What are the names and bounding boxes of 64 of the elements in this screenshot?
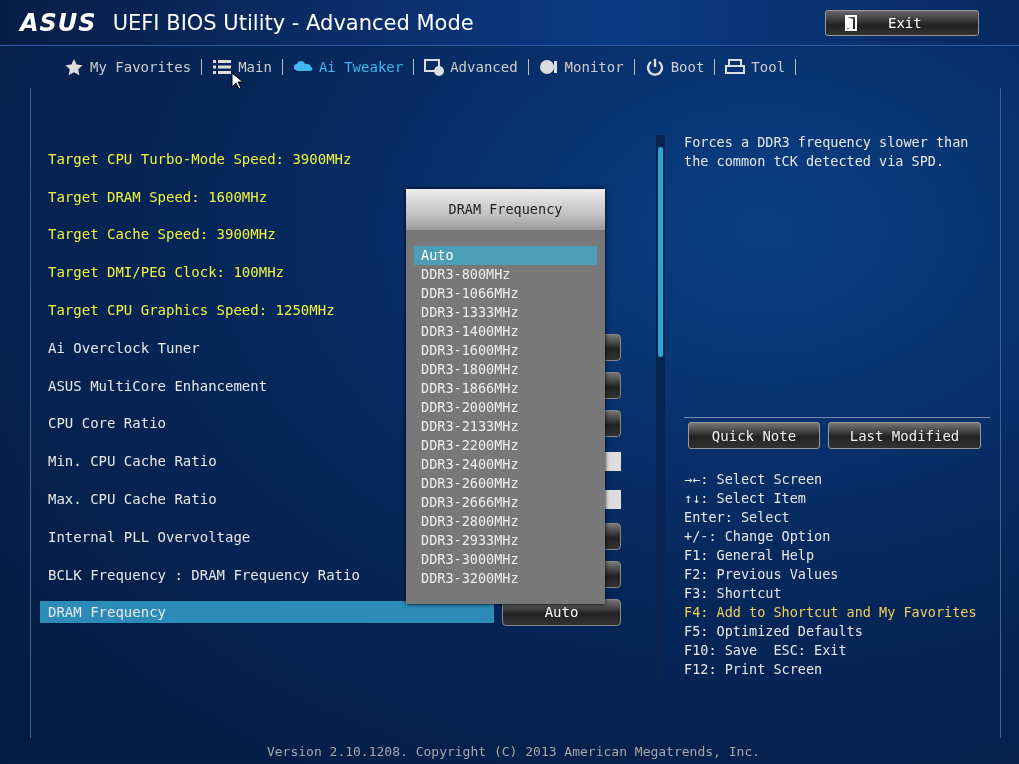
- nav-tab[interactable]: Ai Tweaker: [284, 58, 412, 76]
- key-hint: F2: Previous Values: [684, 565, 840, 584]
- nav-tab[interactable]: My Favorites: [56, 58, 200, 76]
- dropdown-option[interactable]: DDR3-2933MHz: [414, 531, 597, 550]
- mouse-cursor-icon: [231, 72, 243, 90]
- star-icon: [64, 58, 84, 76]
- dropdown-option[interactable]: DDR3-2133MHz: [414, 417, 597, 436]
- dropdown-option[interactable]: DDR3-1066MHz: [414, 284, 597, 303]
- dropdown-option[interactable]: DDR3-2800MHz: [414, 512, 597, 531]
- setting-label[interactable]: ASUS MultiCore Enhancement: [40, 374, 268, 397]
- dropdown-option[interactable]: DDR3-2000MHz: [414, 398, 597, 417]
- dropdown-option[interactable]: DDR3-2400MHz: [414, 455, 597, 474]
- asus-logo: ASUS: [20, 8, 97, 37]
- printer-icon: [725, 58, 746, 76]
- help-description: Forces a DDR3 frequency slower than the common tCK detected via SPD.: [684, 134, 969, 169]
- panel-button[interactable]: Last Modified: [828, 422, 981, 449]
- dropdown-option[interactable]: DDR3-1333MHz: [414, 303, 597, 322]
- dropdown-option[interactable]: DDR3-800MHz: [414, 265, 597, 284]
- key-hint: +/-: Change Option: [684, 527, 832, 546]
- dropdown-option[interactable]: DDR3-3200MHz: [414, 569, 597, 588]
- key-hint: F3: Shortcut: [684, 584, 783, 603]
- setting-label[interactable]: CPU Core Ratio: [40, 412, 166, 435]
- dropdown-option[interactable]: DDR3-2200MHz: [414, 436, 597, 455]
- dropdown-option[interactable]: DDR3-1600MHz: [414, 341, 597, 360]
- dropdown-option[interactable]: DDR3-3000MHz: [414, 550, 597, 569]
- nav-tab[interactable]: Main: [204, 58, 280, 76]
- key-hint: ↑↓: Select Item: [684, 489, 807, 508]
- power-icon: [644, 58, 665, 76]
- setting-label[interactable]: Target Cache Speed: 3900MHz: [40, 223, 276, 246]
- popup-title: DRAM Frequency: [406, 189, 605, 230]
- key-hint: F5: Optimized Defaults: [684, 622, 864, 641]
- panel-button[interactable]: Quick Note: [688, 422, 820, 449]
- nav-tab[interactable]: Boot: [636, 58, 713, 76]
- key-hint: →←: Select Screen: [684, 470, 824, 489]
- setting-label[interactable]: Max. CPU Cache Ratio: [40, 488, 217, 511]
- nav-tab[interactable]: Monitor: [530, 58, 632, 76]
- door-icon: [844, 14, 858, 31]
- key-hint: F12: Print Screen: [684, 660, 824, 679]
- key-hint: Enter: Select: [684, 508, 791, 527]
- scrollbar[interactable]: [656, 135, 665, 680]
- nav-tab[interactable]: Advanced: [416, 58, 526, 76]
- setting-label[interactable]: Target DRAM Speed: 1600MHz: [40, 185, 268, 208]
- list-icon: [212, 58, 233, 76]
- dropdown-option[interactable]: DDR3-1400MHz: [414, 322, 597, 341]
- setting-label[interactable]: Target CPU Turbo-Mode Speed: 3900MHz: [40, 147, 352, 170]
- setting-label[interactable]: BCLK Frequency : DRAM Frequency Ratio: [40, 563, 360, 586]
- setting-label[interactable]: Target DMI/PEG Clock: 100MHz: [40, 261, 284, 284]
- gauge-icon: [538, 58, 559, 76]
- key-hint: F1: General Help: [684, 546, 816, 565]
- key-hint: F4: Add to Shortcut and My Favorites: [684, 603, 978, 622]
- setting-label[interactable]: Min. CPU Cache Ratio: [40, 450, 217, 473]
- setting-label[interactable]: Target CPU Graphics Speed: 1250MHz: [40, 299, 335, 322]
- setting-label[interactable]: Ai Overclock Tuner: [40, 336, 200, 359]
- dropdown-option[interactable]: DDR3-2666MHz: [414, 493, 597, 512]
- version-text: Version 2.10.1208. Copyright (C) 2013 American Megatrends, Inc.: [266, 743, 761, 759]
- window-title: UEFI BIOS Utility - Advanced Mode: [112, 10, 475, 35]
- exit-button[interactable]: Exit: [825, 9, 979, 36]
- dropdown-option[interactable]: DDR3-1800MHz: [414, 360, 597, 379]
- nav-tab[interactable]: Tool: [717, 58, 794, 76]
- monitor-icon: [424, 58, 445, 76]
- dropdown-option[interactable]: DDR3-2600MHz: [414, 474, 597, 493]
- setting-label[interactable]: Internal PLL Overvoltage: [40, 525, 251, 548]
- key-hint: F10: Save ESC: Exit: [684, 641, 848, 660]
- dropdown-option[interactable]: DDR3-1866MHz: [414, 379, 597, 398]
